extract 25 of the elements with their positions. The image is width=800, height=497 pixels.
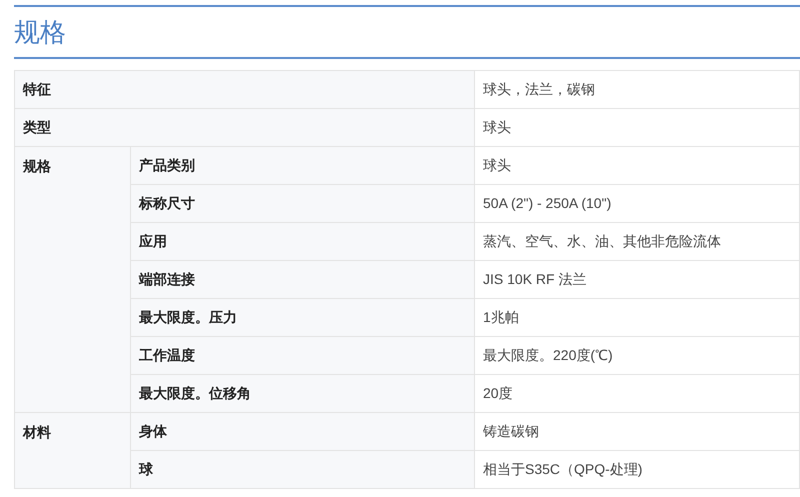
spec-label: 端部连接 (130, 260, 474, 299)
spec-value: 最大限度。220度(℃) (474, 336, 800, 375)
spec-value: 蒸汽、空气、水、油、其他非危险流体 (474, 222, 800, 261)
group-label: 类型 (14, 108, 474, 147)
spec-label: 最大限度。位移角 (130, 374, 474, 413)
spec-label: 产品类别 (130, 146, 474, 185)
spec-value: 1兆帕 (474, 298, 800, 337)
spec-value: 相当于S35C（QPQ-处理) (474, 450, 800, 489)
spec-value: 铸造碳钢 (474, 412, 800, 451)
spec-value: JIS 10K RF 法兰 (474, 260, 800, 299)
spec-label: 应用 (130, 222, 474, 261)
section-title: 规格 (14, 16, 67, 49)
group-label: 材料 (14, 412, 130, 489)
group-label: 规格 (14, 146, 130, 413)
spec-label: 球 (130, 450, 474, 489)
spec-value: 球头 (474, 108, 800, 147)
group-label: 特征 (14, 70, 474, 109)
spec-label: 身体 (130, 412, 474, 451)
spec-label: 工作温度 (130, 336, 474, 375)
spec-value: 球头 (474, 146, 800, 185)
spec-value: 50A (2") - 250A (10") (474, 184, 800, 223)
spec-value: 球头，法兰，碳钢 (474, 70, 800, 109)
spec-label: 标称尺寸 (130, 184, 474, 223)
spec-label: 最大限度。压力 (130, 298, 474, 337)
spec-value: 20度 (474, 374, 800, 413)
